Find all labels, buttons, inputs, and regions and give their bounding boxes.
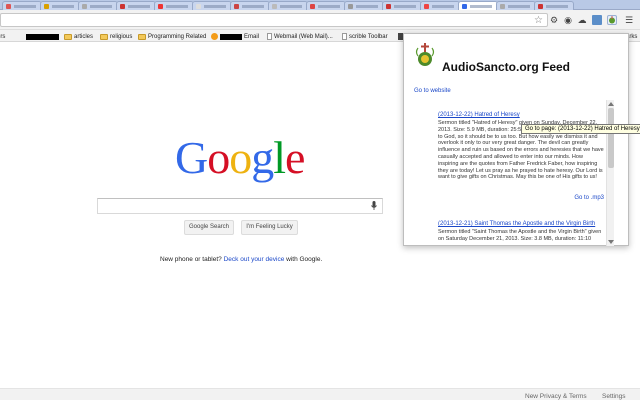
folder-icon: [138, 33, 146, 40]
tab-title: [432, 5, 454, 8]
tab-favicon-icon: [386, 4, 391, 9]
scroll-up-icon[interactable]: [608, 102, 614, 106]
browser-tab[interactable]: [268, 1, 308, 10]
go-to-website-link[interactable]: Go to website: [414, 88, 451, 94]
tab-favicon-icon: [6, 4, 11, 9]
microphone-icon[interactable]: [371, 201, 377, 211]
browser-tab[interactable]: [116, 1, 156, 10]
tab-title: [280, 5, 302, 8]
tab-favicon-icon: [44, 4, 49, 9]
audiosancto-feed-popup: AudioSancto.org Feed Go to website (2013…: [403, 33, 629, 246]
tab-favicon-icon: [500, 4, 505, 9]
page-icon: [267, 33, 272, 40]
tab-title: [546, 5, 568, 8]
folder-icon: [64, 33, 72, 40]
cloud-icon[interactable]: ☁: [577, 15, 587, 25]
tab-title: [394, 5, 416, 8]
omnibox[interactable]: ☆: [0, 13, 548, 27]
browser-tab[interactable]: [306, 1, 346, 10]
bookmark-folder-religious[interactable]: religious: [100, 32, 132, 41]
privacy-terms-link[interactable]: New Privacy & Terms: [525, 393, 587, 400]
tab-favicon-icon: [82, 4, 87, 9]
tab-favicon-icon: [120, 4, 125, 9]
browser-tab[interactable]: [2, 1, 42, 10]
tab-title: [318, 5, 340, 8]
feed-entry-description: Sermon titled "Saint Thomas the Apostle …: [438, 229, 602, 242]
feed-entry-mp3-link[interactable]: Go to .mp3: [574, 195, 604, 201]
feed-scrollbar[interactable]: [606, 100, 614, 246]
tab-title: [166, 5, 188, 8]
tab-title: [356, 5, 378, 8]
bookmark-folder-programming[interactable]: Programming Related: [138, 32, 206, 41]
eye-icon[interactable]: ◉: [563, 15, 573, 25]
browser-tab[interactable]: [40, 1, 80, 10]
audiosancto-extension-icon[interactable]: [607, 15, 617, 25]
tab-favicon-icon: [538, 4, 543, 9]
tab-favicon-icon: [348, 4, 353, 9]
scroll-thumb[interactable]: [608, 108, 614, 168]
footer: New Privacy & Terms Settings: [0, 388, 640, 400]
active-browser-tab[interactable]: [458, 1, 498, 10]
audiosancto-logo-icon: [415, 43, 435, 66]
tab-title: [508, 5, 530, 8]
tab-favicon-icon: [424, 4, 429, 9]
email-icon: [211, 33, 218, 40]
tab-title: [242, 5, 264, 8]
browser-tab[interactable]: [534, 1, 574, 10]
tab-favicon-icon: [158, 4, 163, 9]
redacted-bar: [220, 33, 242, 40]
bookmark-scrible-toolbar[interactable]: scrible Toolbar: [342, 32, 388, 41]
feed-list: (2013-12-22) Hatred of Heresy Sermon tit…: [438, 100, 614, 246]
bookmark-webmail[interactable]: Webmail (Web Mail)...: [267, 32, 333, 41]
search-input[interactable]: [97, 198, 383, 214]
tab-title: [470, 5, 492, 8]
popup-title: AudioSancto.org Feed: [442, 60, 571, 74]
browser-tab[interactable]: [154, 1, 194, 10]
promo-link[interactable]: Deck out your device: [224, 256, 285, 263]
link-tooltip: Go to page: (2013-12-22) Hatred of Heres…: [521, 124, 640, 134]
browser-tab[interactable]: [192, 1, 232, 10]
feeling-lucky-button[interactable]: I'm Feeling Lucky: [241, 220, 298, 235]
tab-favicon-icon: [234, 4, 239, 9]
browser-tab[interactable]: [420, 1, 460, 10]
scroll-down-icon[interactable]: [608, 240, 614, 244]
tab-title: [52, 5, 74, 8]
browser-tab[interactable]: [496, 1, 536, 10]
tab-favicon-icon: [310, 4, 315, 9]
page-icon: [342, 33, 347, 40]
browser-tab[interactable]: [344, 1, 384, 10]
tab-strip: [0, 0, 640, 10]
menu-icon[interactable]: ☰: [624, 15, 634, 25]
tab-favicon-icon: [196, 4, 201, 9]
tab-title: [14, 5, 36, 8]
browser-tab[interactable]: [382, 1, 422, 10]
google-search-button[interactable]: Google Search: [184, 220, 234, 235]
folder-icon: [100, 33, 108, 40]
picture-icon[interactable]: [592, 15, 602, 25]
star-icon[interactable]: ☆: [534, 15, 543, 26]
bookmark-item-redacted[interactable]: [26, 32, 59, 41]
google-logo: Google: [175, 132, 305, 183]
bookmark-item[interactable]: ers: [0, 32, 5, 41]
promo-text: New phone or tablet? Deck out your devic…: [160, 256, 323, 263]
redacted-bar: [26, 33, 59, 40]
settings-link[interactable]: Settings: [602, 393, 626, 400]
tab-title: [90, 5, 112, 8]
tab-favicon-icon: [272, 4, 277, 9]
tab-favicon-icon: [462, 4, 467, 9]
browser-toolbar: ☆ ⚙ ◉ ☁ ☰: [0, 10, 640, 30]
bookmark-email[interactable]: Email: [211, 32, 259, 41]
bookmark-folder-articles[interactable]: articles: [64, 32, 93, 41]
tab-title: [204, 5, 226, 8]
gear-icon[interactable]: ⚙: [549, 15, 559, 25]
browser-tab[interactable]: [230, 1, 270, 10]
feed-entry-title[interactable]: (2013-12-21) Saint Thomas the Apostle an…: [438, 221, 595, 227]
tab-title: [128, 5, 150, 8]
browser-tab[interactable]: [78, 1, 118, 10]
feed-entry-title[interactable]: (2013-12-22) Hatred of Heresy: [438, 112, 520, 118]
